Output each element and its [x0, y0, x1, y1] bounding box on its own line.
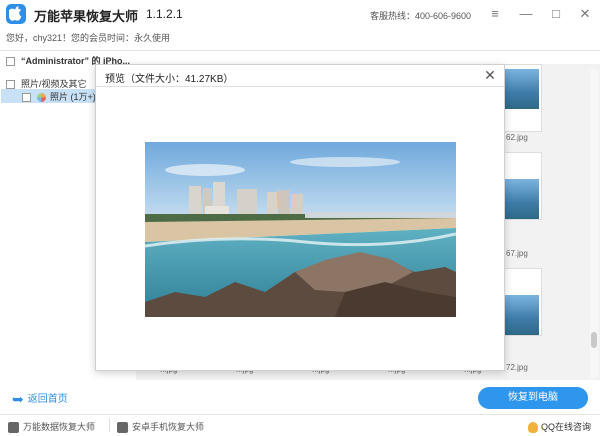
close-icon[interactable]: ✕	[482, 67, 498, 83]
app-version: 1.1.2.1	[146, 7, 183, 21]
maximize-icon[interactable]: □	[545, 4, 567, 24]
back-home-button[interactable]: ➥ 返回首页	[12, 390, 68, 408]
dialog-title: 预览（文件大小：41.27KB）	[105, 74, 234, 85]
qq-icon	[528, 422, 538, 434]
category-checkbox[interactable]	[6, 80, 15, 90]
close-window-icon[interactable]: ✕	[574, 4, 596, 24]
thumbnail-name: 67.jpg	[506, 249, 528, 258]
thumbnail-image	[505, 69, 539, 109]
thumbnail[interactable]	[500, 64, 542, 132]
thumbnail-image	[505, 295, 539, 335]
app-title: 万能苹果恢复大师	[34, 9, 139, 24]
photos-label: 照片 (1万+)	[50, 92, 96, 102]
preview-photo	[145, 142, 456, 317]
welcome-text: 您好，chy321！您的会员时间：永久使用	[6, 33, 171, 43]
dialog-header: 预览（文件大小：41.27KB） ✕	[96, 65, 504, 87]
footer-item-label: 万能数据恢复大师	[23, 422, 96, 432]
category-label: 照片/视频及其它	[21, 79, 87, 89]
photos-icon	[37, 93, 46, 103]
menu-icon[interactable]: ≡	[484, 4, 506, 24]
thumbnail[interactable]	[500, 152, 542, 220]
apple-logo-icon	[6, 4, 26, 24]
recover-to-pc-button[interactable]: 恢复到电脑	[478, 387, 588, 409]
photos-checkbox[interactable]	[22, 93, 31, 103]
data-recovery-icon	[8, 422, 19, 434]
footer-item-label: 安卓手机恢复大师	[132, 422, 205, 432]
divider	[0, 50, 600, 51]
thumbnail[interactable]	[500, 268, 542, 336]
scrollbar-thumb[interactable]	[591, 332, 597, 348]
thumbnail-image	[505, 179, 539, 219]
footer-android-recovery-link[interactable]: 安卓手机恢复大师	[117, 420, 205, 434]
divider	[0, 414, 600, 415]
footer-data-recovery-link[interactable]: 万能数据恢复大师	[8, 420, 96, 434]
android-recovery-icon	[117, 422, 128, 434]
qq-label: QQ在线咨询	[541, 422, 592, 432]
thumbnail-name: 62.jpg	[506, 133, 528, 142]
hotline-text: 客服热线：400-606-9600	[370, 11, 472, 21]
minimize-icon[interactable]: —	[515, 4, 537, 24]
scrollbar[interactable]	[590, 70, 598, 378]
back-arrow-icon: ➥	[12, 390, 24, 407]
back-home-label: 返回首页	[27, 394, 68, 405]
title-bar: 万能苹果恢复大师 1.1.2.1 客服热线：400-606-9600 ≡ — □…	[0, 0, 600, 28]
preview-dialog: 预览（文件大小：41.27KB） ✕	[95, 64, 505, 371]
device-checkbox[interactable]	[6, 57, 15, 67]
qq-support-link[interactable]: QQ在线咨询	[528, 420, 592, 434]
thumbnail-name: 72.jpg	[506, 363, 528, 372]
tree-photos-row[interactable]: 照片 (1万+)	[22, 90, 96, 103]
footer-separator	[109, 418, 110, 432]
